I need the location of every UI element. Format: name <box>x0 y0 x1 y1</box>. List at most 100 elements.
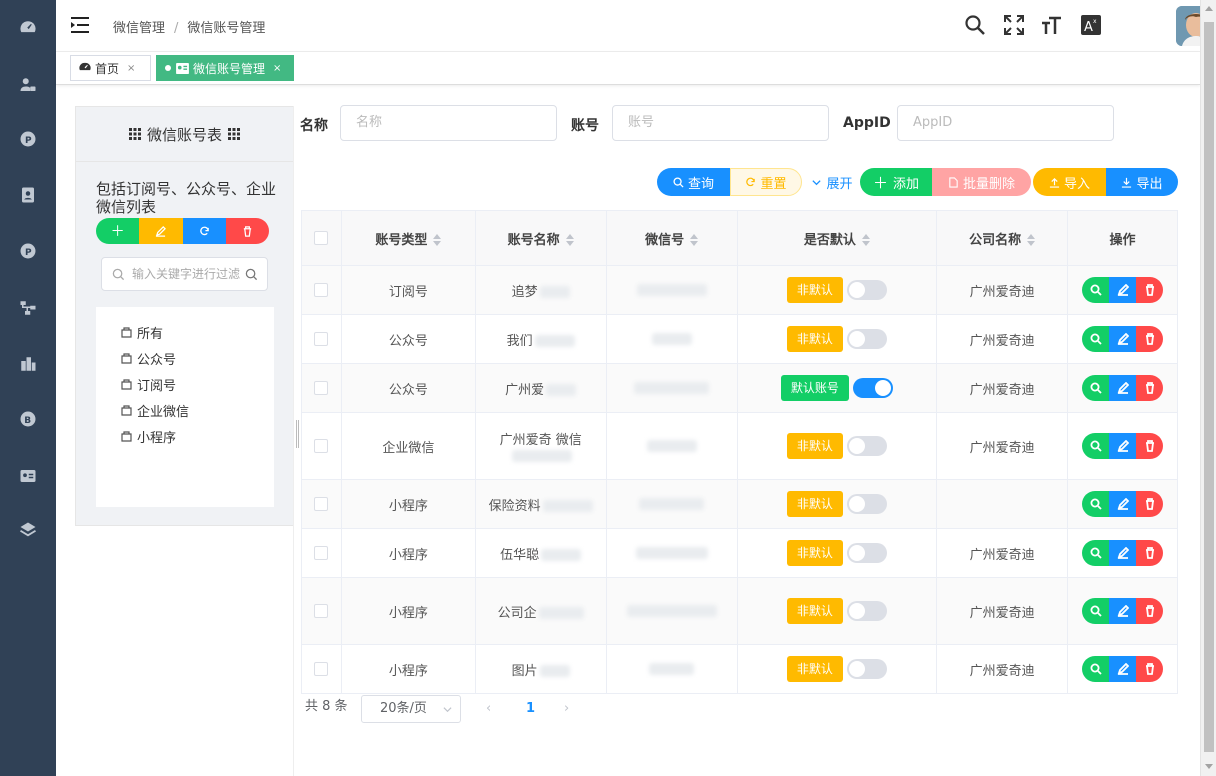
export-button[interactable]: 导出 <box>1106 168 1178 196</box>
splitter-handle[interactable] <box>296 420 299 448</box>
parking-icon[interactable]: P <box>16 127 40 151</box>
sort-icon[interactable] <box>1027 234 1036 246</box>
default-toggle[interactable] <box>846 280 887 300</box>
page-number[interactable]: 1 <box>526 701 535 716</box>
expand-toggle[interactable]: 展开 <box>806 168 858 196</box>
table-row[interactable]: 小程序 公司企 非默认 广州爱奇迪 <box>301 577 1178 645</box>
row-checkbox[interactable] <box>314 604 329 618</box>
query-button[interactable]: 查询 <box>657 168 730 196</box>
column-header[interactable]: 公司名称 <box>936 210 1069 266</box>
font-size-icon[interactable] <box>1040 14 1062 36</box>
delete-button[interactable] <box>1136 277 1163 303</box>
delete-button[interactable] <box>1136 598 1163 624</box>
default-toggle[interactable] <box>852 378 893 398</box>
add-button[interactable]: ＋ <box>96 218 140 244</box>
id-card-icon[interactable] <box>16 464 40 488</box>
refresh-button[interactable] <box>182 218 226 244</box>
add-button[interactable]: ＋ 添加 <box>860 168 932 196</box>
column-header[interactable]: 账号类型 <box>340 210 476 266</box>
default-toggle[interactable] <box>846 543 887 563</box>
column-header[interactable]: 是否默认 <box>736 210 938 266</box>
edit-button[interactable] <box>1109 656 1136 682</box>
user-lock-icon[interactable] <box>16 73 40 97</box>
tree-filter-input[interactable]: 输入关键字进行过滤 <box>101 257 268 291</box>
layers-icon[interactable] <box>16 518 40 542</box>
view-button[interactable] <box>1082 540 1109 566</box>
close-icon[interactable]: × <box>273 63 281 74</box>
row-checkbox[interactable] <box>314 283 329 297</box>
delete-button[interactable] <box>1136 326 1163 352</box>
default-toggle[interactable] <box>846 659 887 679</box>
row-checkbox[interactable] <box>314 546 329 560</box>
tab-wechat-account[interactable]: 微信账号管理 × <box>156 55 294 81</box>
table-row[interactable]: 公众号 广州爱 默认账号 广州爱奇迪 <box>301 363 1178 413</box>
table-row[interactable]: 小程序 伍华聪 非默认 广州爱奇迪 <box>301 528 1178 578</box>
view-button[interactable] <box>1082 598 1109 624</box>
next-page-icon[interactable]: › <box>564 701 569 716</box>
edit-button[interactable] <box>1109 277 1136 303</box>
name-input[interactable]: 名称 <box>340 105 557 141</box>
edit-button[interactable] <box>1109 598 1136 624</box>
scrollbar-thumb[interactable] <box>1204 22 1214 752</box>
page-scrollbar[interactable] <box>1200 0 1216 776</box>
select-all-checkbox[interactable] <box>314 231 329 245</box>
splitter[interactable] <box>293 106 294 776</box>
table-row[interactable]: 公众号 我们 非默认 广州爱奇迪 <box>301 314 1178 364</box>
tree-node[interactable]: 所有 <box>96 319 274 345</box>
view-button[interactable] <box>1082 326 1109 352</box>
view-button[interactable] <box>1082 656 1109 682</box>
delete-button[interactable] <box>1136 491 1163 517</box>
edit-button[interactable] <box>1109 491 1136 517</box>
sort-icon[interactable] <box>433 234 442 246</box>
contact-book-icon[interactable] <box>16 183 40 207</box>
edit-button[interactable] <box>1109 375 1136 401</box>
page-size-select[interactable]: 20条/页 <box>361 695 461 723</box>
default-toggle[interactable] <box>846 436 887 456</box>
default-toggle[interactable] <box>846 494 887 514</box>
parking-icon[interactable]: P <box>16 239 40 263</box>
table-row[interactable]: 小程序 保险资料 非默认 <box>301 479 1178 529</box>
delete-button[interactable] <box>225 218 269 244</box>
batch-delete-button[interactable]: 批量删除 <box>932 168 1031 196</box>
view-button[interactable] <box>1082 277 1109 303</box>
breadcrumb-item[interactable]: 微信管理 <box>113 21 165 36</box>
tab-home[interactable]: 首页 × <box>70 55 151 81</box>
sort-icon[interactable] <box>690 234 699 246</box>
hamburger-icon[interactable] <box>70 16 90 34</box>
fullscreen-icon[interactable] <box>1003 14 1025 36</box>
dashboard-icon[interactable] <box>16 16 40 40</box>
building-icon[interactable] <box>16 352 40 376</box>
delete-button[interactable] <box>1136 656 1163 682</box>
table-row[interactable]: 订阅号 追梦 非默认 广州爱奇迪 <box>301 265 1178 315</box>
import-button[interactable]: 导入 <box>1033 168 1106 196</box>
prev-page-icon[interactable]: ‹ <box>486 701 491 716</box>
view-button[interactable] <box>1082 375 1109 401</box>
column-header[interactable]: 微信号 <box>605 210 738 266</box>
delete-button[interactable] <box>1136 433 1163 459</box>
tree-node[interactable]: 小程序 <box>96 423 274 449</box>
edit-button[interactable] <box>1109 433 1136 459</box>
translate-icon[interactable]: Ax <box>1080 14 1102 36</box>
sort-icon[interactable] <box>861 234 870 246</box>
row-checkbox[interactable] <box>314 497 329 511</box>
delete-button[interactable] <box>1136 375 1163 401</box>
tree-node[interactable]: 订阅号 <box>96 371 274 397</box>
row-checkbox[interactable] <box>314 381 329 395</box>
edit-button[interactable] <box>1109 326 1136 352</box>
view-button[interactable] <box>1082 433 1109 459</box>
tree-node[interactable]: 企业微信 <box>96 397 274 423</box>
search-icon[interactable] <box>245 268 258 281</box>
search-icon[interactable] <box>964 14 986 36</box>
row-checkbox[interactable] <box>314 332 329 346</box>
row-checkbox[interactable] <box>314 662 329 676</box>
sort-icon[interactable] <box>565 234 574 246</box>
sitemap-icon[interactable] <box>16 296 40 320</box>
edit-button[interactable] <box>1109 540 1136 566</box>
row-checkbox[interactable] <box>314 439 329 453</box>
view-button[interactable] <box>1082 491 1109 517</box>
default-toggle[interactable] <box>846 601 887 621</box>
default-toggle[interactable] <box>846 329 887 349</box>
account-input[interactable]: 账号 <box>612 105 829 141</box>
close-icon[interactable]: × <box>127 63 135 74</box>
reset-button[interactable]: 重置 <box>730 168 802 196</box>
